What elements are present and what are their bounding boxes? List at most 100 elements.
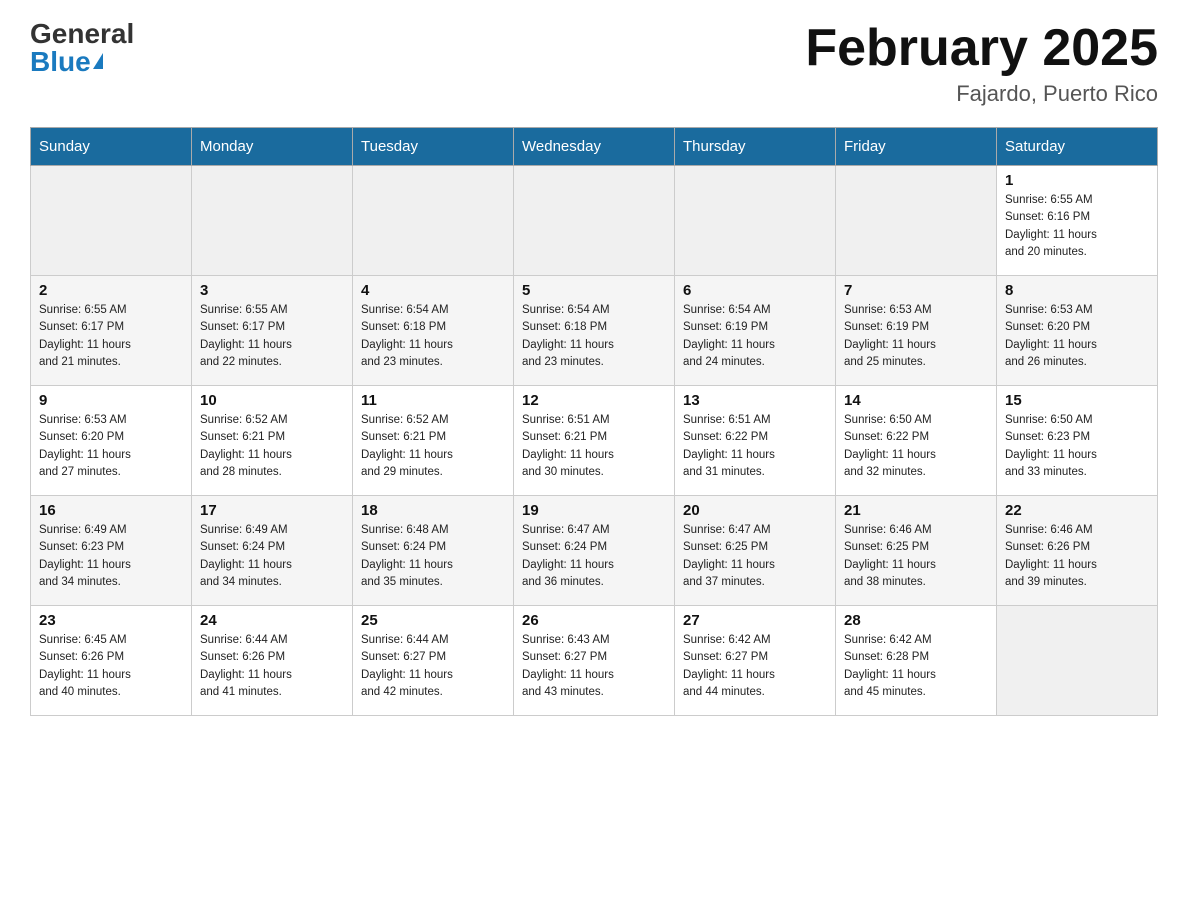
day-number: 24 [200, 612, 344, 629]
day-number: 11 [361, 392, 505, 409]
calendar-cell [836, 166, 997, 276]
calendar-cell: 16 Sunrise: 6:49 AM Sunset: 6:23 PM Dayli… [31, 496, 192, 606]
day-info: Sunrise: 6:51 AM Sunset: 6:21 PM Dayligh… [522, 412, 666, 481]
calendar-cell: 14Sunrise: 6:50 AM Sunset: 6:22 PM Dayli… [836, 386, 997, 496]
day-number: 13 [683, 392, 827, 409]
day-info: Sunrise: 6:54 AM Sunset: 6:19 PM Dayligh… [683, 302, 827, 371]
day-number: 21 [844, 502, 988, 519]
title-block: February 2025 Fajardo, Puerto Rico [805, 20, 1158, 107]
calendar-cell: 19Sunrise: 6:47 AM Sunset: 6:24 PM Dayli… [514, 496, 675, 606]
calendar-cell: 21 Sunrise: 6:46 AM Sunset: 6:25 PM Dayli… [836, 496, 997, 606]
day-number: 5 [522, 282, 666, 299]
calendar-cell: 15Sunrise: 6:50 AM Sunset: 6:23 PM Dayli… [997, 386, 1158, 496]
calendar-cell [353, 166, 514, 276]
day-info: Sunrise: 6:44 AM Sunset: 6:27 PM Dayligh… [361, 632, 505, 701]
calendar-cell: 27 Sunrise: 6:42 AM Sunset: 6:27 PM Dayli… [675, 606, 836, 716]
day-info: Sunrise: 6:55 AM Sunset: 6:17 PM Dayligh… [200, 302, 344, 371]
day-number: 18 [361, 502, 505, 519]
day-number: 22 [1005, 502, 1149, 519]
calendar-cell: 20 Sunrise: 6:47 AM Sunset: 6:25 PM Dayli… [675, 496, 836, 606]
day-number: 20 [683, 502, 827, 519]
day-info: Sunrise: 6:46 AM Sunset: 6:26 PM Dayligh… [1005, 522, 1149, 591]
calendar-cell: 7 Sunrise: 6:53 AM Sunset: 6:19 PM Daylig… [836, 276, 997, 386]
logo-triangle-icon [93, 53, 103, 69]
day-info: Sunrise: 6:42 AM Sunset: 6:27 PM Dayligh… [683, 632, 827, 701]
day-number: 2 [39, 282, 183, 299]
day-info: Sunrise: 6:55 AM Sunset: 6:16 PM Dayligh… [1005, 192, 1149, 261]
day-info: Sunrise: 6:54 AM Sunset: 6:18 PM Dayligh… [522, 302, 666, 371]
day-number: 3 [200, 282, 344, 299]
calendar-cell: 28Sunrise: 6:42 AM Sunset: 6:28 PM Dayli… [836, 606, 997, 716]
weekday-header-sunday: Sunday [31, 128, 192, 166]
calendar-cell: 11 Sunrise: 6:52 AM Sunset: 6:21 PM Dayli… [353, 386, 514, 496]
day-info: Sunrise: 6:53 AM Sunset: 6:20 PM Dayligh… [1005, 302, 1149, 371]
calendar-cell: 13 Sunrise: 6:51 AM Sunset: 6:22 PM Dayli… [675, 386, 836, 496]
day-info: Sunrise: 6:52 AM Sunset: 6:21 PM Dayligh… [361, 412, 505, 481]
weekday-header-row: SundayMondayTuesdayWednesdayThursdayFrid… [31, 128, 1158, 166]
calendar-cell: 12 Sunrise: 6:51 AM Sunset: 6:21 PM Dayli… [514, 386, 675, 496]
calendar-cell: 4 Sunrise: 6:54 AM Sunset: 6:18 PM Daylig… [353, 276, 514, 386]
calendar-cell: 1 Sunrise: 6:55 AM Sunset: 6:16 PM Daylig… [997, 166, 1158, 276]
calendar-cell: 5 Sunrise: 6:54 AM Sunset: 6:18 PM Daylig… [514, 276, 675, 386]
location-subtitle: Fajardo, Puerto Rico [805, 81, 1158, 107]
day-info: Sunrise: 6:47 AM Sunset: 6:25 PM Dayligh… [683, 522, 827, 591]
day-info: Sunrise: 6:46 AM Sunset: 6:25 PM Dayligh… [844, 522, 988, 591]
calendar-cell: 24 Sunrise: 6:44 AM Sunset: 6:26 PM Dayli… [192, 606, 353, 716]
day-number: 26 [522, 612, 666, 629]
weekday-header-friday: Friday [836, 128, 997, 166]
day-info: Sunrise: 6:53 AM Sunset: 6:20 PM Dayligh… [39, 412, 183, 481]
day-info: Sunrise: 6:50 AM Sunset: 6:22 PM Dayligh… [844, 412, 988, 481]
day-number: 28 [844, 612, 988, 629]
calendar-cell: 25 Sunrise: 6:44 AM Sunset: 6:27 PM Dayli… [353, 606, 514, 716]
day-number: 7 [844, 282, 988, 299]
day-info: Sunrise: 6:49 AM Sunset: 6:23 PM Dayligh… [39, 522, 183, 591]
day-number: 9 [39, 392, 183, 409]
day-number: 27 [683, 612, 827, 629]
day-number: 25 [361, 612, 505, 629]
calendar-cell: 9 Sunrise: 6:53 AM Sunset: 6:20 PM Daylig… [31, 386, 192, 496]
page-header: General Blue February 2025 Fajardo, Puer… [30, 20, 1158, 107]
calendar-cell [997, 606, 1158, 716]
day-number: 4 [361, 282, 505, 299]
day-info: Sunrise: 6:54 AM Sunset: 6:18 PM Dayligh… [361, 302, 505, 371]
logo-general-text: General [30, 20, 134, 48]
day-number: 1 [1005, 172, 1149, 189]
calendar-cell [31, 166, 192, 276]
day-info: Sunrise: 6:43 AM Sunset: 6:27 PM Dayligh… [522, 632, 666, 701]
calendar-week-row: 23 Sunrise: 6:45 AM Sunset: 6:26 PM Dayli… [31, 606, 1158, 716]
calendar-cell: 18Sunrise: 6:48 AM Sunset: 6:24 PM Dayli… [353, 496, 514, 606]
day-number: 8 [1005, 282, 1149, 299]
calendar-table: SundayMondayTuesdayWednesdayThursdayFrid… [30, 127, 1158, 716]
day-number: 17 [200, 502, 344, 519]
day-number: 12 [522, 392, 666, 409]
calendar-cell: 22 Sunrise: 6:46 AM Sunset: 6:26 PM Dayli… [997, 496, 1158, 606]
calendar-cell [514, 166, 675, 276]
day-info: Sunrise: 6:44 AM Sunset: 6:26 PM Dayligh… [200, 632, 344, 701]
logo: General Blue [30, 20, 134, 76]
day-info: Sunrise: 6:45 AM Sunset: 6:26 PM Dayligh… [39, 632, 183, 701]
calendar-cell: 17 Sunrise: 6:49 AM Sunset: 6:24 PM Dayli… [192, 496, 353, 606]
logo-blue-text: Blue [30, 48, 103, 76]
weekday-header-saturday: Saturday [997, 128, 1158, 166]
calendar-cell: 2Sunrise: 6:55 AM Sunset: 6:17 PM Daylig… [31, 276, 192, 386]
day-number: 23 [39, 612, 183, 629]
day-info: Sunrise: 6:52 AM Sunset: 6:21 PM Dayligh… [200, 412, 344, 481]
day-number: 15 [1005, 392, 1149, 409]
calendar-cell: 10 Sunrise: 6:52 AM Sunset: 6:21 PM Dayli… [192, 386, 353, 496]
day-number: 10 [200, 392, 344, 409]
day-info: Sunrise: 6:49 AM Sunset: 6:24 PM Dayligh… [200, 522, 344, 591]
calendar-cell: 8 Sunrise: 6:53 AM Sunset: 6:20 PM Daylig… [997, 276, 1158, 386]
calendar-cell [192, 166, 353, 276]
day-info: Sunrise: 6:53 AM Sunset: 6:19 PM Dayligh… [844, 302, 988, 371]
calendar-week-row: 16 Sunrise: 6:49 AM Sunset: 6:23 PM Dayli… [31, 496, 1158, 606]
day-info: Sunrise: 6:51 AM Sunset: 6:22 PM Dayligh… [683, 412, 827, 481]
weekday-header-tuesday: Tuesday [353, 128, 514, 166]
day-number: 16 [39, 502, 183, 519]
weekday-header-wednesday: Wednesday [514, 128, 675, 166]
day-info: Sunrise: 6:47 AM Sunset: 6:24 PM Dayligh… [522, 522, 666, 591]
day-number: 6 [683, 282, 827, 299]
calendar-cell: 3 Sunrise: 6:55 AM Sunset: 6:17 PM Daylig… [192, 276, 353, 386]
weekday-header-thursday: Thursday [675, 128, 836, 166]
weekday-header-monday: Monday [192, 128, 353, 166]
calendar-week-row: 9 Sunrise: 6:53 AM Sunset: 6:20 PM Daylig… [31, 386, 1158, 496]
